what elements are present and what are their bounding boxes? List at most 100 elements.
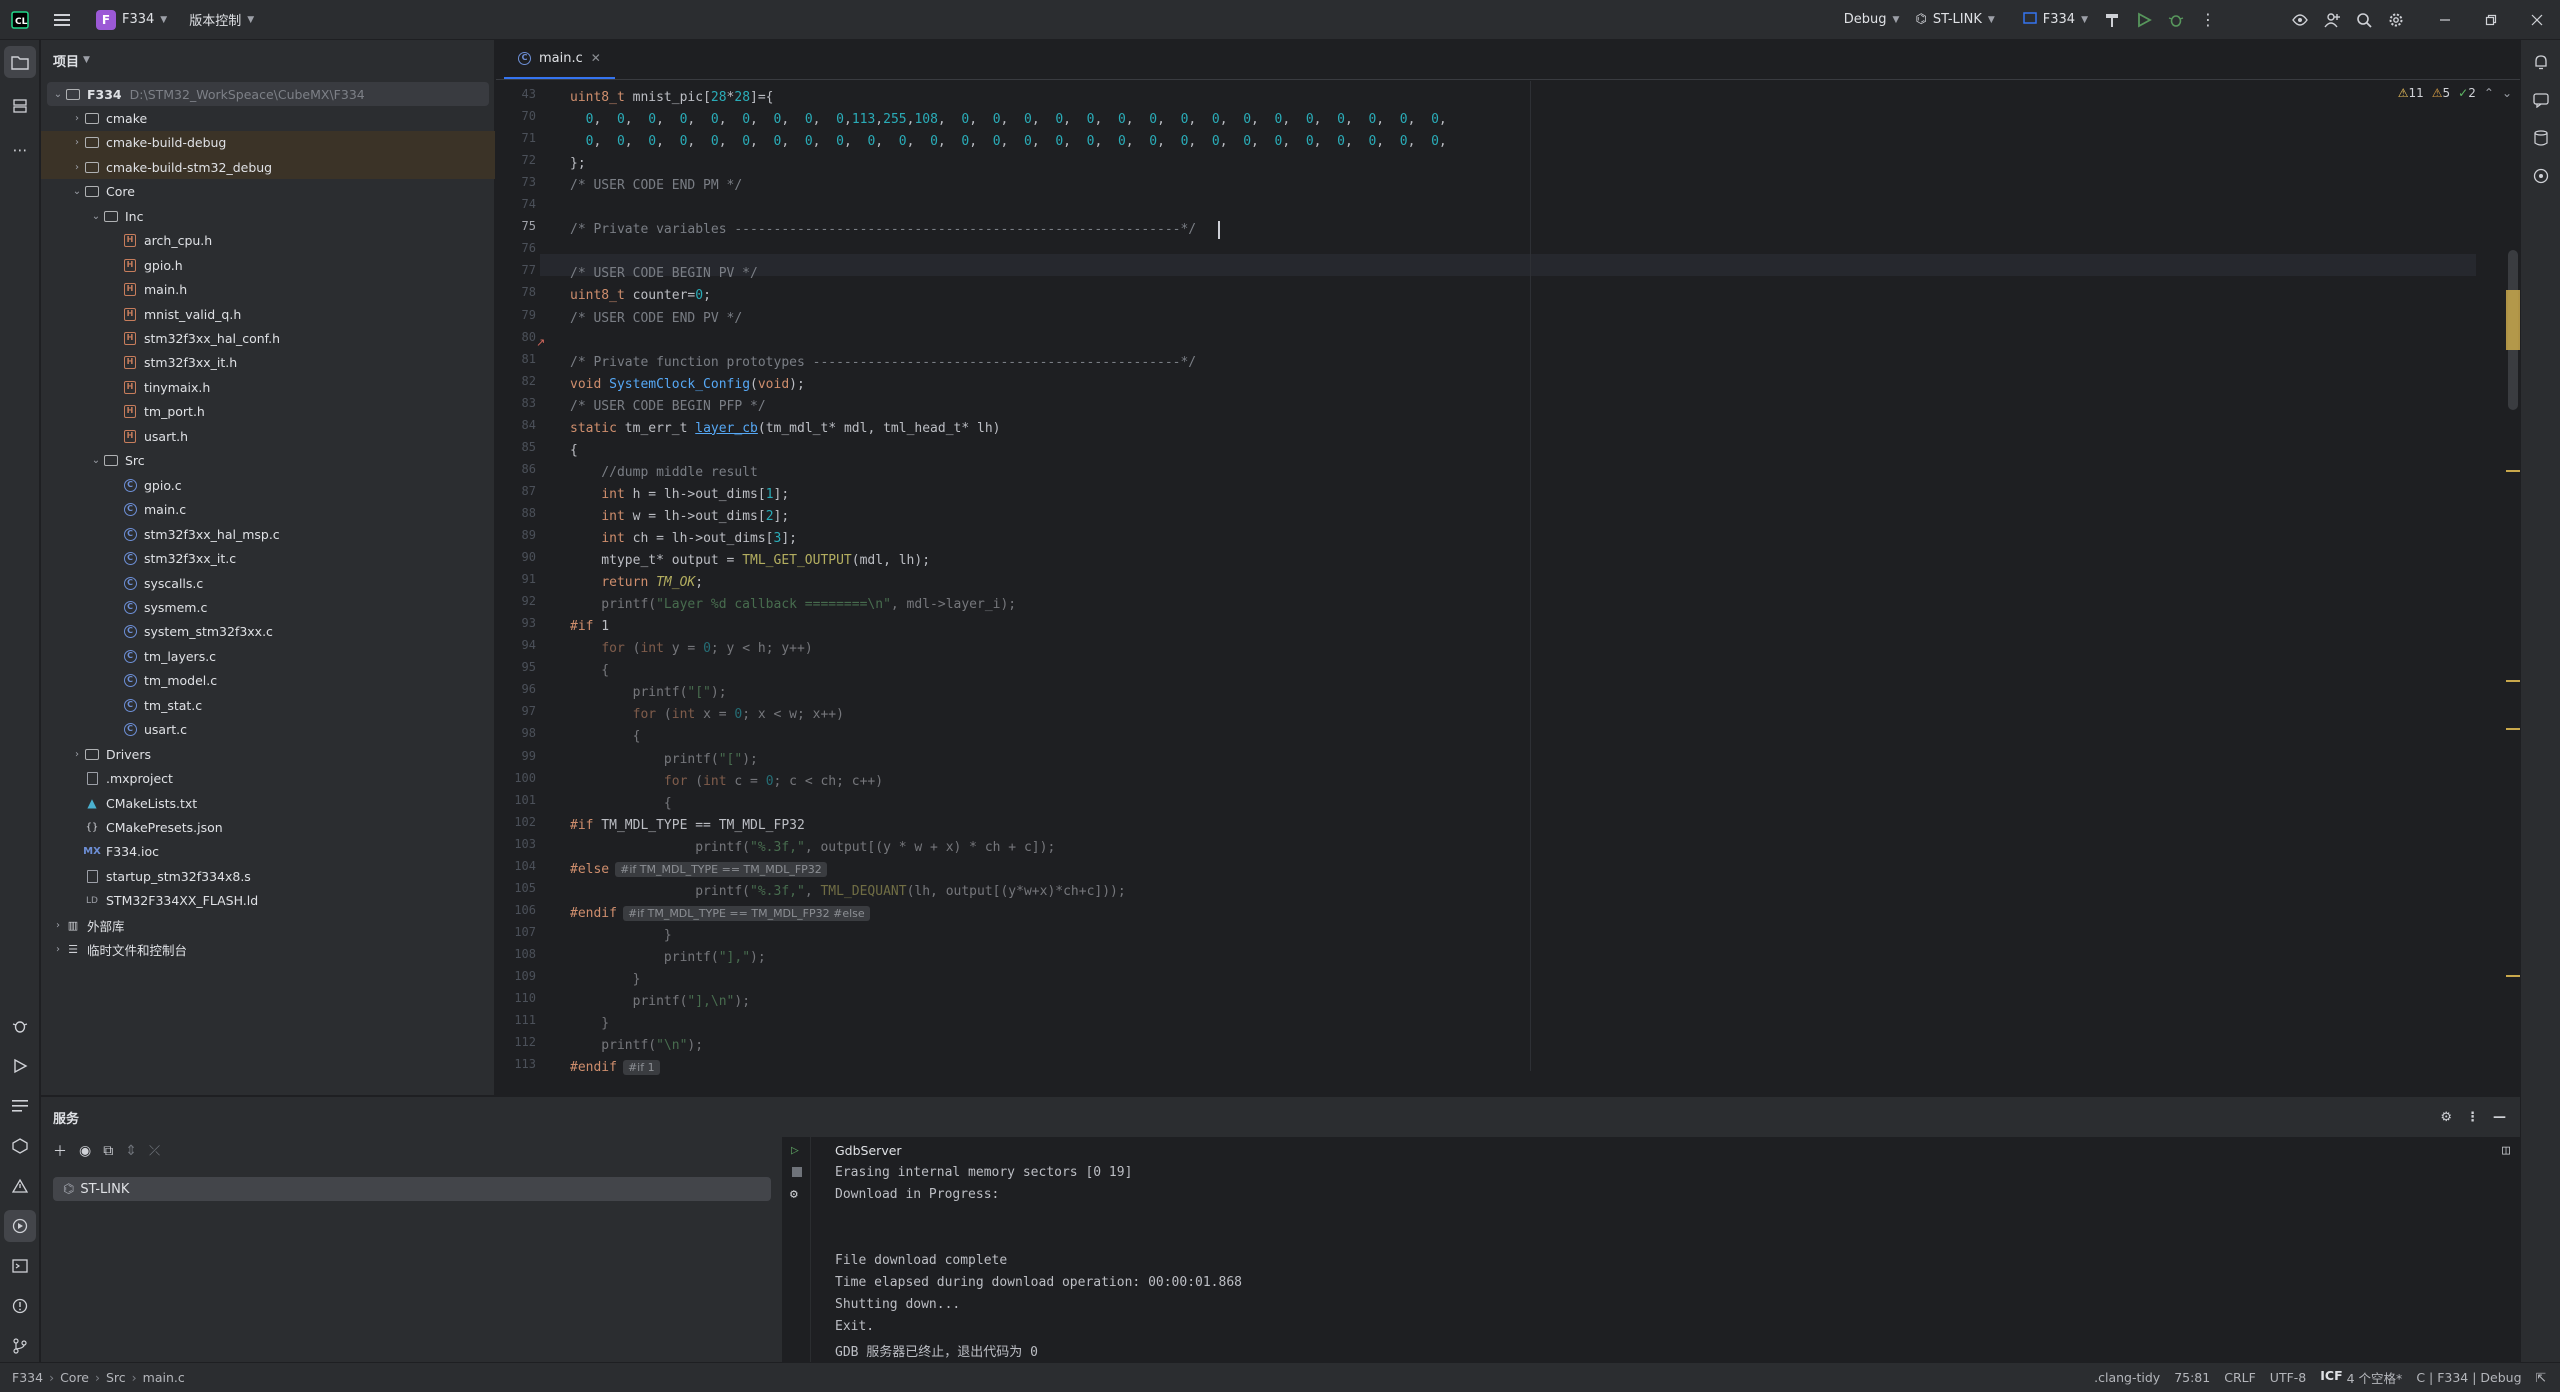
- line-number[interactable]: 101: [496, 793, 540, 807]
- line-number[interactable]: 43: [496, 87, 540, 101]
- database-icon[interactable]: [2525, 122, 2557, 154]
- code-line[interactable]: printf("],");: [570, 947, 766, 969]
- restore-window-icon[interactable]: [2468, 4, 2514, 36]
- chevron-right-icon[interactable]: ›: [70, 162, 84, 173]
- breadcrumb-item[interactable]: Src: [106, 1370, 126, 1385]
- code-line[interactable]: for (int x = 0; x < w; x++): [570, 704, 844, 726]
- next-highlight-icon[interactable]: ⌄: [2502, 86, 2512, 100]
- tree-item[interactable]: ⌄ Src: [41, 449, 495, 473]
- code-line[interactable]: printf("[");: [570, 749, 758, 771]
- line-number[interactable]: 70: [496, 109, 540, 123]
- line-number[interactable]: 112: [496, 1035, 540, 1049]
- debug-tool-bug-icon[interactable]: [4, 1010, 36, 1042]
- previous-highlight-icon[interactable]: ⌃: [2484, 86, 2494, 100]
- code-line[interactable]: static tm_err_t layer_cb(tm_mdl_t* mdl, …: [570, 418, 1001, 440]
- line-number[interactable]: 105: [496, 881, 540, 895]
- code-line[interactable]: printf("[");: [570, 682, 727, 704]
- expand-all-icon[interactable]: ⇕: [125, 1143, 137, 1159]
- code-line[interactable]: #endif #if 1: [570, 1057, 660, 1079]
- code-line[interactable]: printf("Layer %d callback ========\n", m…: [570, 594, 1016, 616]
- peripherals-icon[interactable]: [2525, 160, 2557, 192]
- chevron-down-icon[interactable]: ⌄: [70, 186, 84, 197]
- tree-item[interactable]: MX F334.ioc: [41, 840, 495, 864]
- code-line[interactable]: mtype_t* output = TML_GET_OUTPUT(mdl, lh…: [570, 550, 930, 572]
- code-line[interactable]: printf("%.3f,", TML_DEQUANT(lh, output[(…: [570, 881, 1126, 903]
- line-number[interactable]: 108: [496, 947, 540, 961]
- tree-item[interactable]: ▲ CMakeLists.txt: [41, 791, 495, 815]
- code-line[interactable]: {: [570, 660, 609, 682]
- terminal-icon[interactable]: [4, 1250, 36, 1282]
- line-number[interactable]: 74: [496, 197, 540, 211]
- project-tool-folder-icon[interactable]: [4, 46, 36, 78]
- line-number[interactable]: 106: [496, 903, 540, 917]
- line-number[interactable]: 113: [496, 1057, 540, 1071]
- line-number[interactable]: 98: [496, 726, 540, 740]
- tree-item[interactable]: Hmain.h: [41, 278, 495, 302]
- code-line[interactable]: uint8_t counter=0;: [570, 285, 711, 307]
- chevron-down-icon[interactable]: ⌄: [51, 89, 65, 100]
- more-actions-icon[interactable]: ⋮: [2192, 4, 2224, 36]
- code-line[interactable]: {: [570, 440, 578, 462]
- chevron-right-icon[interactable]: ›: [51, 944, 65, 955]
- tree-item[interactable]: LD STM32F334XX_FLASH.ld: [41, 889, 495, 913]
- tree-item[interactable]: Hmnist_valid_q.h: [41, 302, 495, 326]
- tree-item[interactable]: startup_stm32f334x8.s: [41, 864, 495, 888]
- tree-item[interactable]: Hstm32f3xx_hal_conf.h: [41, 327, 495, 351]
- weak-warning-count[interactable]: ✓2: [2458, 86, 2476, 100]
- chevron-down-icon[interactable]: ⌄: [89, 211, 103, 222]
- line-number[interactable]: 96: [496, 682, 540, 696]
- line-number[interactable]: 87: [496, 484, 540, 498]
- code-line[interactable]: /* USER CODE BEGIN PFP */: [570, 396, 766, 418]
- line-number[interactable]: 78: [496, 285, 540, 299]
- implementation-gutter-icon[interactable]: ↗: [536, 336, 545, 349]
- line-number[interactable]: 72: [496, 153, 540, 167]
- code-line[interactable]: for (int y = 0; y < h; y++): [570, 638, 812, 660]
- rerun-icon[interactable]: ▷: [791, 1143, 799, 1158]
- line-number[interactable]: 77: [496, 263, 540, 277]
- debug-bug-icon[interactable]: [2160, 4, 2192, 36]
- chevron-right-icon[interactable]: ›: [70, 749, 84, 760]
- line-number[interactable]: 97: [496, 704, 540, 718]
- hide-panel-icon[interactable]: —: [2493, 1110, 2506, 1125]
- tree-item[interactable]: Cstm32f3xx_hal_msp.c: [41, 522, 495, 546]
- line-number[interactable]: 88: [496, 506, 540, 520]
- tree-item[interactable]: Husart.h: [41, 424, 495, 448]
- error-count[interactable]: ⚠11: [2398, 86, 2424, 100]
- tree-item[interactable]: Htm_port.h: [41, 400, 495, 424]
- line-number[interactable]: 82: [496, 374, 540, 388]
- run-icon[interactable]: [2128, 4, 2160, 36]
- todo-list-icon[interactable]: [4, 1090, 36, 1122]
- settings-gear-icon[interactable]: [2380, 4, 2412, 36]
- code-line[interactable]: 0, 0, 0, 0, 0, 0, 0, 0, 0, 0, 0, 0, 0, 0…: [570, 131, 1447, 153]
- line-number[interactable]: 76: [496, 241, 540, 255]
- problems-info-icon[interactable]: [4, 1290, 36, 1322]
- caret-position[interactable]: 75:81: [2174, 1370, 2210, 1385]
- tree-item[interactable]: Csystem_stm32f3xx.c: [41, 620, 495, 644]
- run-config-selector[interactable]: Debug ▼: [1836, 6, 1908, 34]
- line-number[interactable]: 84: [496, 418, 540, 432]
- chevron-right-icon[interactable]: ›: [51, 920, 65, 931]
- tree-item[interactable]: Ctm_layers.c: [41, 644, 495, 668]
- tree-item[interactable]: Cmain.c: [41, 498, 495, 522]
- vcs-menu[interactable]: 版本控制 ▼: [181, 6, 262, 34]
- read-only-lock-icon[interactable]: ⇱: [2536, 1370, 2546, 1385]
- code-line[interactable]: }: [570, 1013, 609, 1035]
- add-service-icon[interactable]: ＋: [53, 1141, 67, 1161]
- tree-item[interactable]: Ctm_stat.c: [41, 693, 495, 717]
- tree-item[interactable]: {} CMakePresets.json: [41, 816, 495, 840]
- code-content[interactable]: uint8_t mnist_pic[28*28]={ 0, 0, 0, 0, 0…: [570, 81, 2470, 1076]
- tree-item[interactable]: ⌄ F334 D:\STM32_WorkSpeace\CubeMX\F334: [47, 82, 489, 106]
- code-line[interactable]: #if 1: [570, 616, 609, 638]
- breadcrumb-item[interactable]: main.c: [143, 1370, 185, 1385]
- new-tab-icon[interactable]: ⧉: [103, 1143, 113, 1159]
- tree-item[interactable]: Cstm32f3xx_it.c: [41, 547, 495, 571]
- more-tools-icon[interactable]: ⋯: [4, 134, 36, 166]
- line-number[interactable]: 95: [496, 660, 540, 674]
- problems-warning-icon[interactable]: [4, 1170, 36, 1202]
- tree-item[interactable]: ⌄ Core: [41, 180, 495, 204]
- code-line[interactable]: };: [570, 153, 586, 175]
- code-line[interactable]: /* USER CODE END PV */: [570, 308, 742, 330]
- tab-main-c[interactable]: C main.c ✕: [504, 39, 615, 79]
- code-line[interactable]: return TM_OK;: [570, 572, 703, 594]
- structure-icon[interactable]: [4, 90, 36, 122]
